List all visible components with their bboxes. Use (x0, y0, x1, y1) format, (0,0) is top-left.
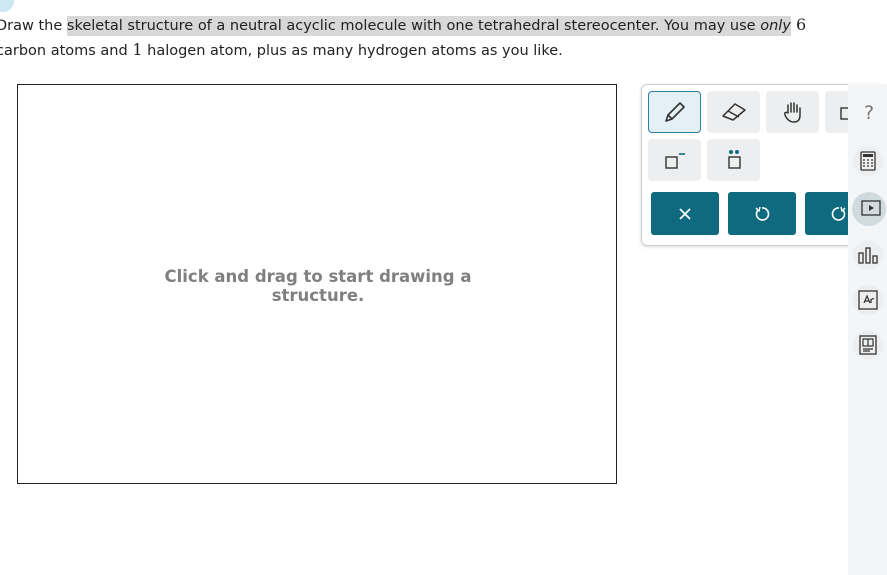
lone-pair-icon (727, 150, 741, 169)
question-emphasis: only (760, 18, 791, 34)
drawing-canvas[interactable]: Click and drag to start drawing a struct… (17, 84, 617, 484)
question-number-1: 1 (132, 40, 143, 59)
pencil-tool-button[interactable] (648, 91, 701, 133)
charge-minus-tool-button[interactable] (648, 139, 701, 181)
hand-tool-button[interactable] (766, 91, 819, 133)
question-line2-b: halogen atom, plus as many hydrogen atom… (142, 43, 563, 59)
charge-minus-icon (664, 153, 685, 169)
redo-icon (831, 206, 846, 221)
question-line-1: Draw the skeletal structure of a neutral… (0, 13, 806, 38)
hand-icon (783, 102, 801, 123)
video-icon (861, 200, 881, 216)
calculator-icon (860, 151, 876, 171)
canvas-hint: Click and drag to start drawing a struct… (18, 267, 618, 305)
canvas-hint-line1: Click and drag to start drawing a (164, 267, 472, 286)
lone-pair-tool-button[interactable] (707, 139, 760, 181)
periodic-table-button[interactable] (853, 285, 883, 315)
chart-icon (858, 247, 878, 264)
question-line2-a: carbon atoms and (0, 43, 133, 59)
reference-icon (859, 335, 877, 355)
undo-button[interactable] (728, 192, 796, 235)
reference-button[interactable] (853, 330, 883, 360)
canvas-hint-line2: structure. (271, 286, 365, 305)
eraser-icon (721, 103, 746, 121)
question-part2: skeletal structure of a neutral acyclic … (66, 18, 761, 34)
help-button[interactable]: ? (858, 102, 880, 126)
question-line-2: carbon atoms and 1 halogen atom, plus as… (0, 38, 796, 63)
undo-icon (755, 206, 770, 221)
eraser-tool-button[interactable] (707, 91, 760, 133)
help-label: ? (863, 102, 875, 124)
periodic-table-icon (858, 290, 878, 310)
question-text: Draw the skeletal structure of a neutral… (0, 13, 806, 63)
chart-button[interactable] (853, 240, 883, 270)
question-part1: Draw the (0, 18, 67, 34)
video-button[interactable] (861, 200, 881, 220)
question-highlight: skeletal structure of a neutral acyclic … (66, 16, 791, 36)
calculator-button[interactable] (853, 146, 883, 176)
close-icon (679, 207, 691, 220)
pencil-icon (664, 102, 685, 122)
question-number-6: 6 (790, 15, 807, 34)
clear-button[interactable] (651, 192, 719, 235)
status-dot (0, 0, 14, 12)
